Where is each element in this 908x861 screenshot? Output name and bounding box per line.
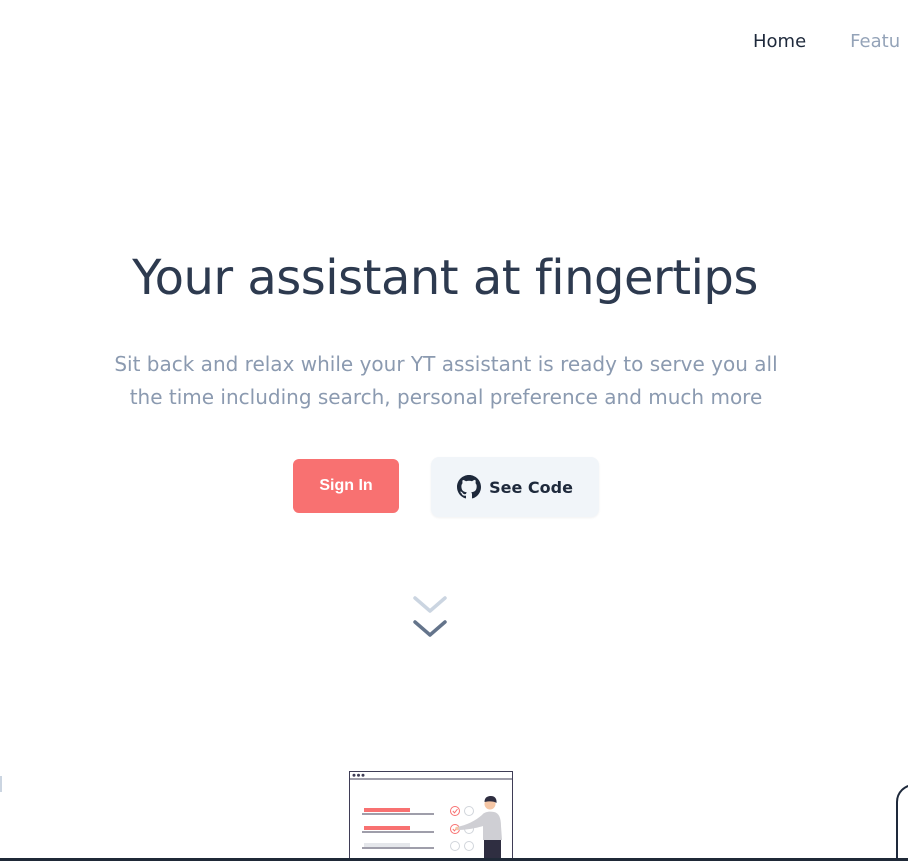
chevron-down-icon <box>413 620 447 637</box>
nav-item-home[interactable]: Home <box>753 30 806 54</box>
checklist-illustration <box>349 770 513 861</box>
scroll-down-icon[interactable] <box>410 592 450 644</box>
landing-page: Home Featu Your assistant at fingertips … <box>0 0 908 861</box>
hero-subtitle-line-2: the time including search, personal pref… <box>129 385 763 409</box>
chevron-down-icon <box>413 596 447 613</box>
hero-subtitle: Sit back and relax while your YT assista… <box>100 348 792 414</box>
sign-in-button[interactable]: Sign In <box>293 459 399 513</box>
see-code-label: See Code <box>489 477 573 497</box>
feature-card-edge <box>896 784 908 861</box>
nav-item-features[interactable]: Featu <box>850 30 900 54</box>
top-nav: Home Featu <box>753 30 900 54</box>
hero-subtitle-line-1: Sit back and relax while your YT assista… <box>114 352 778 376</box>
left-edge-decoration <box>0 776 2 792</box>
hero-title: Your assistant at fingertips <box>132 250 758 306</box>
github-icon <box>457 475 482 499</box>
see-code-button[interactable]: See Code <box>431 457 599 517</box>
